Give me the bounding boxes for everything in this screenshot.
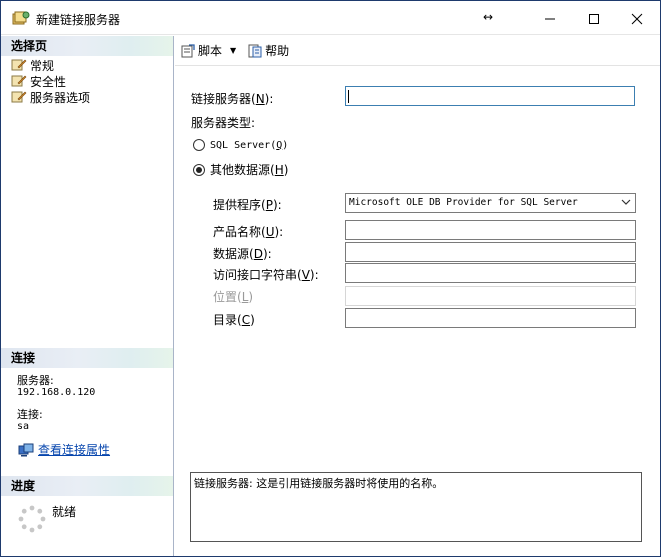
minimize-button[interactable]: [528, 5, 572, 33]
description-box: 链接服务器: 这是引用链接服务器时将使用的名称。: [190, 472, 642, 542]
maximize-button[interactable]: [572, 5, 616, 33]
spinner-icon: [18, 505, 46, 533]
script-label: 脚本: [198, 44, 223, 58]
provider-label: 提供程序(P):: [213, 198, 282, 212]
minimize-icon: [545, 18, 555, 20]
help-icon: [248, 44, 262, 57]
page-item-label: 安全性: [30, 74, 67, 89]
script-dropdown-icon[interactable]: ▼: [230, 46, 236, 55]
catalog-input[interactable]: [345, 308, 636, 328]
left-pane: 选择页 常规 安全性 服务器选项 连接 服务器: 192.168.0.120 连…: [1, 36, 174, 556]
product-name-input[interactable]: [345, 220, 636, 240]
new-linked-server-window: 新建链接服务器 ↔ 选择页 常规 安全性 服务器选项 连接 服务器: 192.1…: [0, 0, 661, 557]
product-name-label: 产品名称(U):: [213, 225, 284, 239]
close-button[interactable]: [615, 5, 659, 33]
location-label: 位置(L): [213, 290, 254, 304]
help-button[interactable]: 帮助: [248, 42, 289, 59]
page-item-security[interactable]: 安全性: [11, 73, 90, 89]
connection-header: 连接: [1, 348, 173, 368]
resize-icon: ↔: [482, 10, 494, 24]
catalog-label: 目录(C): [213, 313, 255, 327]
provider-string-input[interactable]: [345, 263, 636, 283]
maximize-icon: [589, 14, 599, 24]
toolbar: 脚本 ▼ 帮助: [175, 36, 660, 66]
server-label: 服务器:: [17, 374, 54, 387]
app-icon: [12, 11, 30, 25]
window-title: 新建链接服务器: [36, 13, 121, 27]
text-caret: [348, 90, 349, 103]
server-type-label: 服务器类型:: [191, 116, 256, 130]
provider-select-value: Microsoft OLE DB Provider for SQL Server: [349, 197, 578, 208]
page-icon: [11, 75, 27, 87]
connection-properties-icon: [18, 443, 34, 456]
help-label: 帮助: [265, 44, 290, 58]
close-icon: [631, 13, 643, 25]
view-connection-properties-link[interactable]: 查看连接属性: [18, 441, 110, 458]
page-list: 常规 安全性 服务器选项: [11, 57, 90, 105]
page-item-server-options[interactable]: 服务器选项: [11, 89, 90, 105]
data-source-input[interactable]: [345, 242, 636, 262]
select-page-header: 选择页: [1, 36, 173, 56]
provider-string-label: 访问接口字符串(V):: [213, 268, 319, 282]
location-input: [345, 286, 636, 306]
radio-sql-server-indicator: [193, 139, 205, 151]
provider-select[interactable]: Microsoft OLE DB Provider for SQL Server: [345, 193, 636, 213]
data-source-label: 数据源(D):: [213, 247, 272, 261]
linked-server-input[interactable]: [345, 86, 635, 106]
page-item-label: 常规: [30, 58, 55, 73]
connection-value: sa: [17, 421, 30, 432]
page-item-label: 服务器选项: [30, 90, 91, 105]
radio-sql-server[interactable]: SQL Server(Q): [193, 139, 288, 151]
linked-server-label: 链接服务器(N):: [191, 92, 274, 106]
page-icon: [11, 91, 27, 103]
page-icon: [11, 59, 27, 71]
radio-other-data-source-indicator: [193, 163, 205, 176]
progress-status: 就绪: [52, 505, 77, 519]
radio-other-data-source[interactable]: 其他数据源(H): [193, 161, 288, 178]
page-item-general[interactable]: 常规: [11, 57, 90, 73]
view-connection-properties-label: 查看连接属性: [38, 443, 111, 457]
right-pane: 脚本 ▼ 帮助 链接服务器(N): 服务器类型: SQL Server(Q) 其…: [175, 36, 660, 556]
server-value: 192.168.0.120: [17, 387, 96, 398]
script-button[interactable]: 脚本 ▼: [181, 42, 240, 59]
chevron-down-icon: [621, 199, 631, 205]
progress-header: 进度: [1, 476, 173, 496]
connection-label: 连接:: [17, 408, 43, 421]
script-icon: [181, 43, 195, 57]
title-bar[interactable]: 新建链接服务器 ↔: [1, 1, 660, 35]
